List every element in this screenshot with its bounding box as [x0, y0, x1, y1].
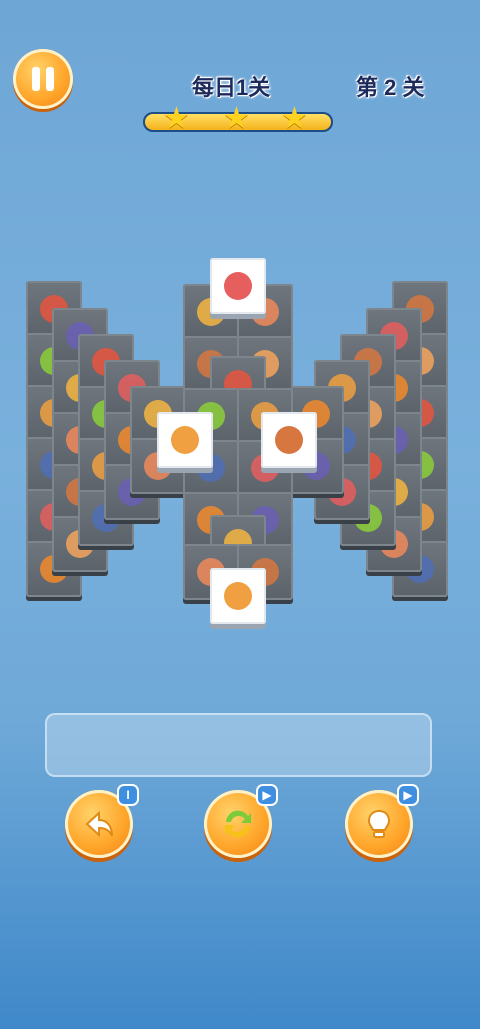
shuffle-button[interactable]: ▶: [204, 786, 276, 858]
food-icon: [224, 582, 252, 610]
shuffle-icon: [225, 810, 251, 838]
drumstick-tile[interactable]: [210, 568, 266, 624]
collection-tray: [45, 713, 432, 777]
video-ad-badge: ▶: [399, 786, 417, 804]
undo-button[interactable]: I: [65, 786, 137, 858]
tile-board: [0, 0, 480, 680]
food-icon: [171, 426, 199, 454]
sandwich-tile[interactable]: [261, 412, 317, 468]
undo-count-badge: I: [119, 786, 137, 804]
food-icon: [224, 272, 252, 300]
steak-tile[interactable]: [210, 258, 266, 314]
lightbulb-icon: [367, 809, 391, 838]
undo-icon: [85, 810, 113, 838]
food-icon: [275, 426, 303, 454]
video-ad-badge: ▶: [258, 786, 276, 804]
drumstick-tile[interactable]: [157, 412, 213, 468]
hint-button[interactable]: ▶: [345, 786, 417, 858]
